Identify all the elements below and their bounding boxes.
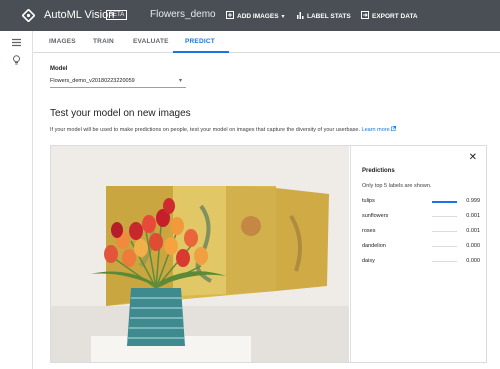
score-bar bbox=[432, 230, 457, 233]
prediction-label: daisy bbox=[362, 258, 375, 264]
prediction-row: dandelion 0.000 bbox=[362, 243, 480, 253]
tab-train[interactable]: TRAIN bbox=[93, 38, 114, 45]
prediction-score: 0.001 bbox=[466, 228, 480, 234]
tab-bar: IMAGES TRAIN EVALUATE PREDICT bbox=[33, 31, 500, 53]
prediction-score: 0.001 bbox=[466, 213, 480, 219]
prediction-label: roses bbox=[362, 228, 376, 234]
learn-more-label: Learn more bbox=[361, 127, 390, 133]
model-select[interactable]: Flowers_demo_v20180223220059 ▾ bbox=[50, 75, 186, 88]
tab-predict[interactable]: PREDICT bbox=[185, 38, 215, 45]
lightbulb-icon[interactable] bbox=[11, 55, 22, 66]
bar-chart-icon bbox=[296, 11, 304, 21]
dropdown-caret-icon: ▾ bbox=[281, 13, 285, 20]
app-title: AutoML Vision bbox=[44, 9, 115, 21]
add-images-button[interactable]: ADD IMAGES ▾ bbox=[226, 11, 285, 21]
beta-badge: BETA bbox=[106, 10, 128, 20]
model-label: Model bbox=[50, 66, 68, 72]
prediction-label: tulips bbox=[362, 198, 375, 204]
top-app-bar: AutoML Vision BETA Flowers_demo ADD IMAG… bbox=[0, 0, 500, 31]
export-data-label: EXPORT DATA bbox=[372, 12, 418, 20]
export-data-button[interactable]: EXPORT DATA bbox=[361, 11, 418, 21]
model-select-value: Flowers_demo_v20180223220059 bbox=[50, 78, 135, 84]
close-icon[interactable]: ✕ bbox=[469, 152, 477, 163]
prediction-row: sunflowers 0.001 bbox=[362, 213, 480, 223]
predictions-title: Predictions bbox=[362, 168, 395, 174]
score-bar bbox=[432, 246, 457, 247]
open-in-new-icon bbox=[391, 126, 397, 131]
score-bar bbox=[432, 261, 457, 262]
dataset-name: Flowers_demo bbox=[150, 9, 216, 20]
description-text: If your model will be used to make predi… bbox=[50, 127, 360, 133]
prediction-card: ✕ Predictions Only top 5 labels are show… bbox=[50, 145, 487, 363]
prediction-score: 0.999 bbox=[466, 198, 480, 204]
list-icon[interactable] bbox=[11, 38, 22, 49]
active-tab-indicator bbox=[173, 51, 229, 53]
left-nav-rail bbox=[0, 31, 33, 369]
automl-logo-icon bbox=[22, 9, 35, 22]
tab-evaluate[interactable]: EVALUATE bbox=[133, 38, 169, 45]
prediction-score: 0.000 bbox=[466, 243, 480, 249]
prediction-row: tulips 0.999 bbox=[362, 198, 480, 208]
prediction-row: roses 0.001 bbox=[362, 228, 480, 238]
tab-images[interactable]: IMAGES bbox=[49, 38, 76, 45]
label-stats-label: LABEL STATS bbox=[307, 12, 351, 20]
predictions-panel: ✕ Predictions Only top 5 labels are show… bbox=[350, 146, 486, 362]
score-bar bbox=[432, 200, 457, 203]
prediction-label: sunflowers bbox=[362, 213, 389, 219]
add-box-icon bbox=[226, 11, 234, 21]
add-images-label: ADD IMAGES bbox=[237, 12, 279, 20]
prediction-score: 0.000 bbox=[466, 258, 480, 264]
predictions-subtitle: Only top 5 labels are shown. bbox=[362, 183, 432, 189]
chevron-down-icon: ▾ bbox=[178, 78, 182, 84]
score-bar bbox=[432, 215, 457, 218]
label-stats-button[interactable]: LABEL STATS bbox=[296, 11, 351, 21]
prediction-label: dandelion bbox=[362, 243, 386, 249]
description: If your model will be used to make predi… bbox=[50, 126, 397, 133]
prediction-row: daisy 0.000 bbox=[362, 258, 480, 268]
learn-more-link[interactable]: Learn more bbox=[361, 126, 397, 133]
uploaded-image bbox=[51, 146, 349, 362]
export-icon bbox=[361, 11, 369, 21]
page-heading: Test your model on new images bbox=[50, 108, 191, 119]
